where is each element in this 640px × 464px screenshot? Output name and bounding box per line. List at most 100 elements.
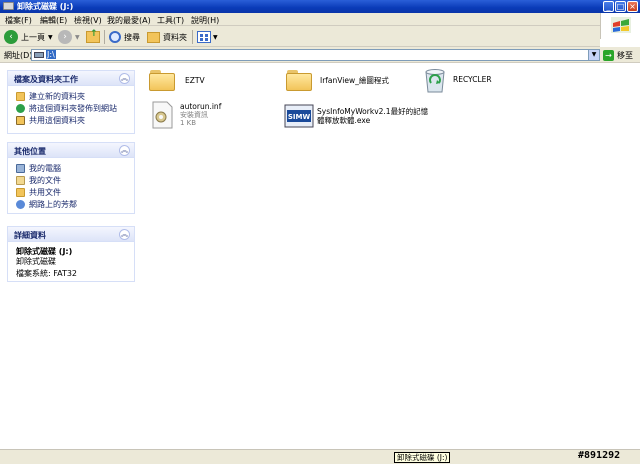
place-label: 我的電腦 [29,163,61,173]
window-title: 卸除式磁碟 (J:) [17,2,74,11]
folders-button[interactable]: 資料夾 [147,29,187,45]
place-my-documents[interactable]: 我的文件 [8,174,134,186]
file-item-sysinfo[interactable]: SIMW SysInfoMyWorkv2.1最好的記憶 體釋放軟體.exe [284,104,428,128]
maximize-button[interactable]: □ [615,1,626,12]
menu-tools[interactable]: 工具(T) [157,15,184,26]
shared-documents-icon [16,187,25,197]
windows-flag-icon [611,17,631,33]
toolbar-separator [192,30,193,44]
task-share-folder[interactable]: 共用這個資料夾 [8,114,134,126]
menu-file[interactable]: 檔案(F) [5,15,32,26]
back-dropdown-icon[interactable]: ▼ [48,34,53,41]
task-pane: 檔案及資料夾工作 ︽ 建立新的資料夾 將這個資料夾發佈到網站 共用這個資料夾 其… [0,64,143,464]
new-folder-icon [16,91,25,101]
go-arrow-icon: → [603,49,614,61]
menu-bar: 檔案(F) 編輯(E) 檢視(V) 我的最愛(A) 工具(T) 說明(H) [0,13,640,26]
windows-logo [600,13,640,39]
share-folder-icon [16,115,25,125]
app-exe-icon: SIMW [284,104,314,128]
file-item-eztv[interactable]: EZTV [148,69,205,91]
collapse-chevron-icon[interactable]: ︽ [119,145,130,156]
drive-icon [3,2,14,10]
folders-label: 資料夾 [163,32,187,42]
address-value[interactable]: J:\ [46,50,56,59]
toolbar: ‹ 上一頁 ▼ › ▼ ↑ 搜尋 資料夾 ▼ [0,26,600,47]
menu-help[interactable]: 說明(H) [191,15,219,26]
place-label: 我的文件 [29,175,61,185]
file-item-recycler[interactable]: RECYCLER [421,66,492,94]
file-tasks-header[interactable]: 檔案及資料夾工作 ︽ [8,71,134,86]
detail-filesystem: 檔案系統: FAT32 [16,269,78,278]
task-label: 共用這個資料夾 [29,115,85,125]
task-new-folder[interactable]: 建立新的資料夾 [8,90,134,102]
my-documents-icon [16,175,25,185]
file-name: autorun.inf [180,102,222,111]
file-item-autorun[interactable]: autorun.inf 安裝資訊 1 KB [148,100,221,130]
search-label: 搜尋 [124,32,140,42]
place-shared-documents[interactable]: 共用文件 [8,186,134,198]
publish-web-icon [16,103,25,113]
task-publish-web[interactable]: 將這個資料夾發佈到網站 [8,102,134,114]
place-my-computer[interactable]: 我的電腦 [8,162,134,174]
views-button[interactable]: ▼ [197,29,218,45]
address-input[interactable]: J:\ ▼ [31,49,600,61]
collapse-chevron-icon[interactable]: ︽ [119,229,130,240]
address-bar: 網址(D) J:\ ▼ → 移至 [0,47,640,63]
menu-favorites[interactable]: 我的最愛(A) [107,15,151,26]
network-places-icon [16,199,25,209]
detail-name: 卸除式磁碟 (J:) [16,247,73,256]
views-icon [197,31,211,43]
go-button[interactable]: → 移至 [603,49,633,61]
recycle-bin-icon [425,69,445,93]
task-label: 建立新的資料夾 [29,91,85,101]
views-dropdown-icon[interactable]: ▼ [213,34,218,41]
drive-icon [34,52,44,58]
details-title: 詳細資料 [14,231,46,240]
my-computer-icon [16,163,25,173]
back-arrow-icon: ‹ [4,30,18,44]
place-network[interactable]: 網路上的芳鄰 [8,198,134,210]
up-folder-button[interactable]: ↑ [86,29,100,45]
search-icon [109,31,121,43]
title-bar: 卸除式磁碟 (J:) _ □ × [0,0,640,13]
go-label: 移至 [617,50,633,60]
file-name-line1: SysInfoMyWorkv2.1最好的記憶 [317,107,429,116]
file-tasks-panel: 檔案及資料夾工作 ︽ 建立新的資料夾 將這個資料夾發佈到網站 共用這個資料夾 [7,70,135,134]
folder-icon [285,69,313,91]
file-name-line2: 體釋放軟體.exe [317,116,371,125]
file-tasks-title: 檔案及資料夾工作 [14,75,78,84]
back-button[interactable]: ‹ 上一頁 ▼ [4,29,53,45]
forward-button[interactable]: › ▼ [58,29,80,45]
collapse-chevron-icon[interactable]: ︽ [119,73,130,84]
file-name: RECYCLER [453,75,492,84]
setup-info-icon [152,101,173,129]
place-label: 網路上的芳鄰 [29,199,77,209]
up-folder-icon: ↑ [86,29,100,43]
search-button[interactable]: 搜尋 [109,29,140,45]
status-bar [0,449,640,464]
close-button[interactable]: × [627,1,638,12]
place-label: 共用文件 [29,187,61,197]
back-label: 上一頁 [21,32,45,42]
file-name: EZTV [185,76,205,85]
folder-icon [148,69,176,91]
address-label: 網址(D) [4,51,33,60]
menu-view[interactable]: 檢視(V) [74,15,102,26]
task-label: 將這個資料夾發佈到網站 [29,103,117,113]
address-dropdown-icon[interactable]: ▼ [588,50,599,60]
details-panel: 詳細資料 ︽ 卸除式磁碟 (J:) 卸除式磁碟 檔案系統: FAT32 [7,226,135,282]
file-view: EZTV IrfanView_繪圖程式 RECYCLER autorun.inf… [143,64,640,449]
forward-dropdown-icon[interactable]: ▼ [75,34,80,41]
minimize-button[interactable]: _ [603,1,614,12]
watermark: #891292 [578,450,621,461]
svg-text:SIMW: SIMW [288,113,311,121]
forward-arrow-icon: › [58,30,72,44]
file-item-irfanview[interactable]: IrfanView_繪圖程式 [285,69,389,91]
menu-edit[interactable]: 編輯(E) [40,15,67,26]
other-places-header[interactable]: 其他位置 ︽ [8,143,134,158]
other-places-title: 其他位置 [14,147,46,156]
file-type: 安裝資訊 [180,111,208,119]
toolbar-separator [104,30,105,44]
details-header[interactable]: 詳細資料 ︽ [8,227,134,242]
folders-icon [147,31,160,43]
